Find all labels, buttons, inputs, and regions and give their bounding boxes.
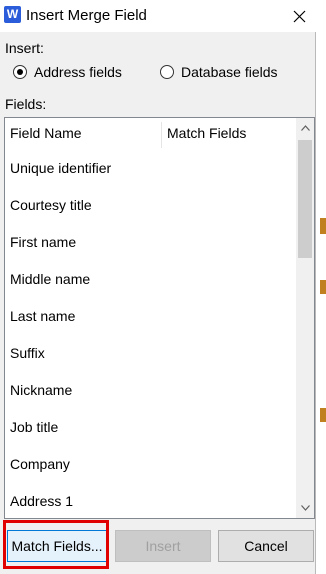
background-document-mark [320,280,326,294]
list-item[interactable]: Unique identifier [5,148,295,185]
close-button[interactable] [282,1,316,31]
scroll-down-button[interactable] [296,498,314,518]
database-fields-radio[interactable]: Database fields [160,64,278,80]
close-icon [293,10,305,22]
cancel-button[interactable]: Cancel [218,530,314,562]
list-item[interactable]: Nickname [5,370,295,407]
dialog-title: Insert Merge Field [26,7,147,24]
list-item[interactable]: Address 1 [5,481,295,518]
fields-label: Fields: [5,96,47,112]
list-item[interactable]: Job title [5,407,295,444]
address-fields-label: Address fields [34,64,122,80]
radio-unchecked-icon [160,65,174,79]
scroll-up-button[interactable] [296,118,314,138]
background-document-mark [320,218,326,234]
list-item[interactable]: Middle name [5,259,295,296]
insert-button[interactable]: Insert [115,530,211,562]
fields-listbox[interactable]: Field Name Match Fields Unique identifie… [4,117,315,519]
match-fields-button[interactable]: Match Fields... [7,530,107,562]
list-item[interactable]: Suffix [5,333,295,370]
chevron-down-icon [300,505,310,511]
list-item[interactable]: Company [5,444,295,481]
background-document-mark [320,408,326,422]
column-header-field-name[interactable]: Field Name [5,118,161,148]
list-item[interactable]: First name [5,222,295,259]
list-item[interactable]: Last name [5,296,295,333]
scroll-thumb[interactable] [298,140,312,258]
fields-rows: Unique identifier Courtesy title First n… [5,148,295,518]
column-header-match-fields[interactable]: Match Fields [162,118,296,148]
title-bar: W Insert Merge Field [0,0,316,32]
word-app-icon: W [4,6,21,23]
insert-merge-field-dialog: W Insert Merge Field Insert: Address fie… [0,0,316,574]
chevron-up-icon [300,125,310,131]
address-fields-radio[interactable]: Address fields [13,64,122,80]
radio-checked-icon [13,65,27,79]
list-item[interactable]: Courtesy title [5,185,295,222]
vertical-scrollbar[interactable] [296,118,314,518]
insert-label: Insert: [5,40,44,56]
screen: W Insert Merge Field Insert: Address fie… [0,0,326,574]
database-fields-label: Database fields [181,64,278,80]
